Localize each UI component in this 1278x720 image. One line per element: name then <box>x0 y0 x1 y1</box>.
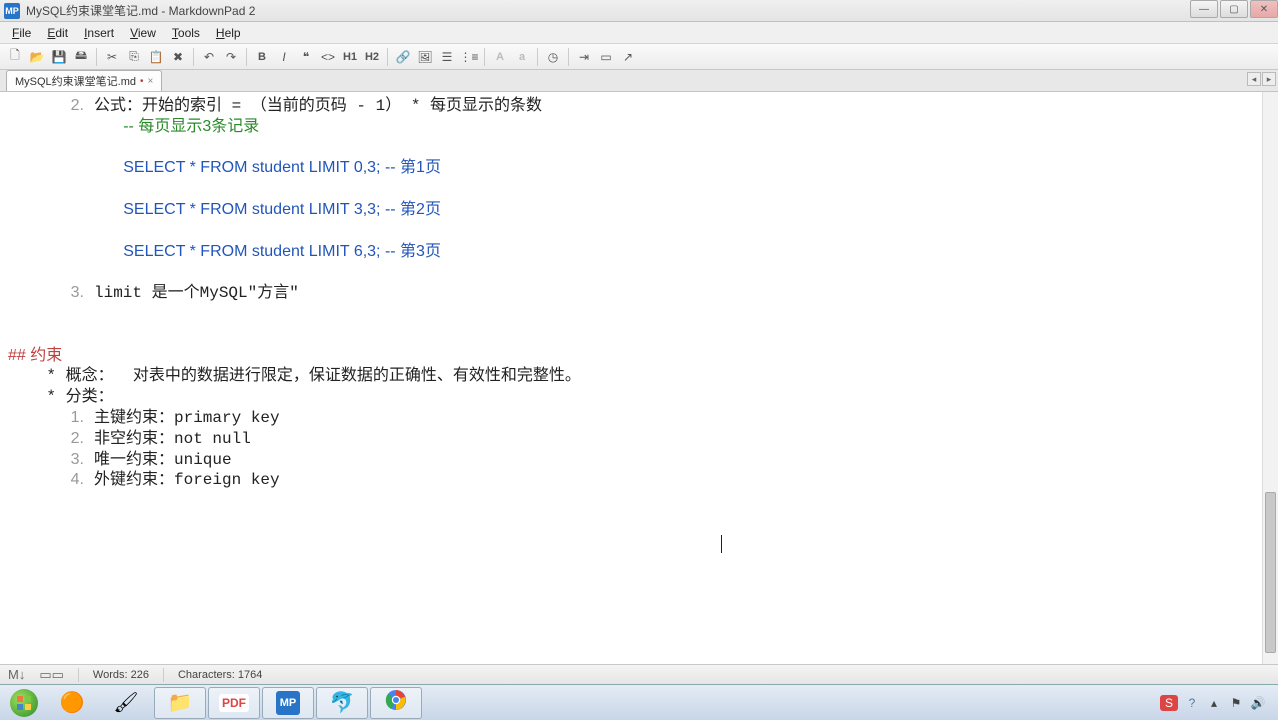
separator <box>484 48 485 66</box>
window-controls: — ▢ ✕ <box>1188 0 1278 18</box>
unordered-list-icon[interactable]: ☰ <box>438 48 456 66</box>
ordered-list-icon[interactable]: ⋮≡ <box>460 48 478 66</box>
system-tray: S ? ▴ ⚑ 🔊 <box>1160 695 1274 711</box>
app-icon: MP <box>4 3 20 19</box>
chrome-icon <box>385 689 407 716</box>
toggle-preview-icon[interactable]: ⇥ <box>575 48 593 66</box>
taskbar-app-chrome[interactable] <box>370 687 422 719</box>
uppercase-button[interactable]: A <box>491 48 509 66</box>
h2-button[interactable]: H2 <box>363 48 381 66</box>
taskbar-app-dolphin[interactable]: 🐬 <box>316 687 368 719</box>
tray-input-icon[interactable]: S <box>1160 695 1178 711</box>
save-all-icon[interactable]: 🖴 <box>72 48 90 66</box>
editor-content[interactable]: 2.公式：开始的索引 = （当前的页码 - 1） * 每页显示的条数 -- 每页… <box>0 92 1278 495</box>
paint-icon: 🖌 <box>113 690 138 715</box>
menu-file[interactable]: File <box>4 24 39 42</box>
start-button[interactable] <box>4 687 44 719</box>
windows-taskbar: 🟠 🖌 📁 PDF MP 🐬 S ? ▴ ⚑ 🔊 <box>0 684 1278 720</box>
separator <box>163 668 164 682</box>
modified-dot-icon: • <box>140 76 144 87</box>
tray-up-icon[interactable]: ▴ <box>1206 695 1222 711</box>
tab-navigator: ◂ ▸ <box>1247 72 1276 86</box>
characters-label: Characters: 1764 <box>178 669 262 681</box>
timestamp-icon[interactable]: ◷ <box>544 48 562 66</box>
maximize-button[interactable]: ▢ <box>1220 0 1248 18</box>
taskbar-app-markdownpad[interactable]: MP <box>262 687 314 719</box>
open-file-icon[interactable]: 📂 <box>28 48 46 66</box>
paste-icon[interactable]: 📋 <box>147 48 165 66</box>
tray-flag-icon[interactable]: ⚑ <box>1228 695 1244 711</box>
link-icon[interactable]: 🔗 <box>394 48 412 66</box>
undo-icon[interactable]: ↶ <box>200 48 218 66</box>
separator <box>78 668 79 682</box>
tray-help-icon[interactable]: ? <box>1184 695 1200 711</box>
scrollbar-thumb[interactable] <box>1265 492 1276 652</box>
status-bar: M↓ ▭▭ Words: 226 Characters: 1764 <box>0 664 1278 684</box>
new-file-icon[interactable]: 🗋 <box>6 48 24 66</box>
menu-view[interactable]: View <box>122 24 164 42</box>
tray-volume-icon[interactable]: 🔊 <box>1250 695 1266 711</box>
redo-icon[interactable]: ↷ <box>222 48 240 66</box>
editor-area[interactable]: 2.公式：开始的索引 = （当前的页码 - 1） * 每页显示的条数 -- 每页… <box>0 92 1278 664</box>
h1-button[interactable]: H1 <box>341 48 359 66</box>
lowercase-button[interactable]: a <box>513 48 531 66</box>
tab-close-icon[interactable]: × <box>148 76 154 87</box>
separator <box>568 48 569 66</box>
separator <box>96 48 97 66</box>
windows-logo-icon <box>10 689 38 717</box>
toolbar: 🗋 📂 💾 🖴 ✂ ⎘ 📋 ✖ ↶ ↷ B I ❝ <> H1 H2 🔗 🖼 ☰… <box>0 44 1278 70</box>
cut-icon[interactable]: ✂ <box>103 48 121 66</box>
taskbar-app-pdf[interactable]: PDF <box>208 687 260 719</box>
quote-icon[interactable]: ❝ <box>297 48 315 66</box>
minimize-button[interactable]: — <box>1190 0 1218 18</box>
separator <box>246 48 247 66</box>
separator <box>387 48 388 66</box>
media-icon: 🟠 <box>60 690 85 715</box>
window-title: MySQL约束课堂笔记.md - MarkdownPad 2 <box>26 2 255 19</box>
tab-prev-icon[interactable]: ◂ <box>1247 72 1261 86</box>
code-icon[interactable]: <> <box>319 48 337 66</box>
mp-icon: MP <box>276 691 300 715</box>
delete-icon[interactable]: ✖ <box>169 48 187 66</box>
italic-button[interactable]: I <box>275 48 293 66</box>
book-icon: ▭▭ <box>39 667 64 683</box>
close-button[interactable]: ✕ <box>1250 0 1278 18</box>
menu-bar: File Edit Insert View Tools Help <box>0 22 1278 44</box>
dolphin-icon: 🐬 <box>330 690 355 715</box>
title-bar: MP MySQL约束课堂笔记.md - MarkdownPad 2 — ▢ ✕ <box>0 0 1278 22</box>
tab-bar: MySQL约束课堂笔记.md • × ◂ ▸ <box>0 70 1278 92</box>
image-icon[interactable]: 🖼 <box>416 48 434 66</box>
separator <box>193 48 194 66</box>
save-icon[interactable]: 💾 <box>50 48 68 66</box>
separator <box>537 48 538 66</box>
menu-insert[interactable]: Insert <box>76 24 122 42</box>
words-label: Words: 226 <box>93 669 149 681</box>
document-tab[interactable]: MySQL约束课堂笔记.md • × <box>6 70 162 91</box>
menu-tools[interactable]: Tools <box>164 24 208 42</box>
export-icon[interactable]: ↗ <box>619 48 637 66</box>
taskbar-app-explorer[interactable]: 📁 <box>154 687 206 719</box>
copy-icon[interactable]: ⎘ <box>125 48 143 66</box>
preview-icon[interactable]: ▭ <box>597 48 615 66</box>
markdown-icon: M↓ <box>8 667 25 682</box>
vertical-scrollbar[interactable] <box>1262 92 1278 664</box>
bold-button[interactable]: B <box>253 48 271 66</box>
tab-label: MySQL约束课堂笔记.md <box>15 73 136 89</box>
menu-edit[interactable]: Edit <box>39 24 76 42</box>
taskbar-app-media[interactable]: 🟠 <box>46 687 98 719</box>
tab-next-icon[interactable]: ▸ <box>1262 72 1276 86</box>
pdf-icon: PDF <box>219 694 249 712</box>
menu-help[interactable]: Help <box>208 24 249 42</box>
folder-icon: 📁 <box>168 690 193 715</box>
taskbar-app-paint[interactable]: 🖌 <box>100 687 152 719</box>
